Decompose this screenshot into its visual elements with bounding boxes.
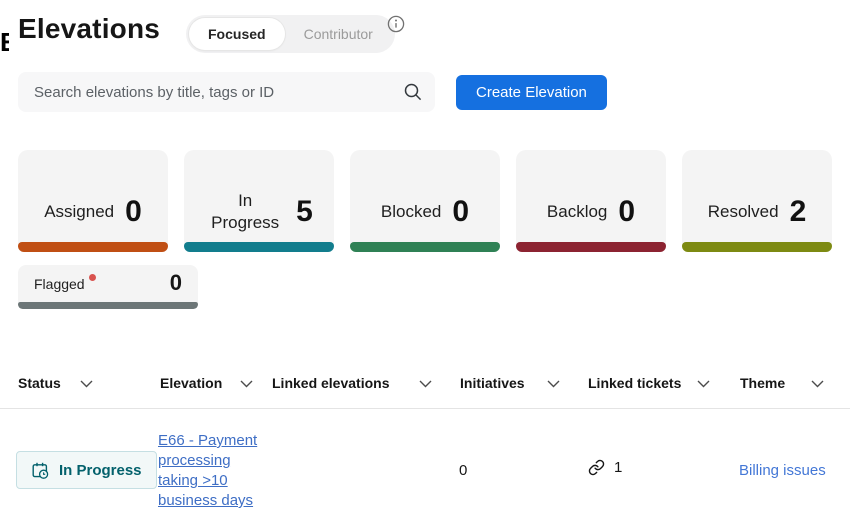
stat-color-bar bbox=[350, 242, 500, 252]
chevron-down-icon[interactable] bbox=[419, 380, 432, 388]
search-input[interactable] bbox=[18, 72, 435, 112]
elevations-page: E Elevations Focused Contributor Create … bbox=[0, 0, 850, 517]
info-icon[interactable] bbox=[387, 15, 405, 33]
toggle-option-contributor[interactable]: Contributor bbox=[285, 18, 392, 50]
view-mode-toggle: Focused Contributor bbox=[186, 15, 395, 53]
column-header-linked-tickets: Linked tickets bbox=[588, 375, 681, 391]
stat-color-bar bbox=[184, 242, 334, 252]
stat-card-flagged[interactable]: Flagged 0 bbox=[18, 265, 198, 309]
search-icon[interactable] bbox=[403, 82, 423, 107]
page-title: Elevations bbox=[18, 13, 160, 45]
stat-color-bar bbox=[18, 302, 198, 309]
clipped-edge-glyph: E bbox=[0, 27, 9, 57]
theme-link[interactable]: Billing issues bbox=[739, 462, 826, 479]
stat-label: Backlog bbox=[547, 201, 607, 223]
stat-card-in-progress[interactable]: In Progress 5 bbox=[184, 150, 334, 252]
stat-card-blocked[interactable]: Blocked 0 bbox=[350, 150, 500, 252]
stat-color-bar bbox=[682, 242, 832, 252]
stat-color-bar bbox=[18, 242, 168, 252]
status-badge: In Progress bbox=[16, 451, 157, 489]
create-elevation-button[interactable]: Create Elevation bbox=[456, 75, 607, 110]
column-header-elevation: Elevation bbox=[160, 375, 222, 391]
column-header-linked-elevations: Linked elevations bbox=[272, 375, 389, 391]
calendar-clock-icon bbox=[31, 461, 50, 480]
stat-color-bar bbox=[516, 242, 666, 252]
stat-label: Assigned bbox=[44, 201, 114, 223]
stat-value: 2 bbox=[790, 195, 807, 229]
stat-value: 0 bbox=[170, 270, 182, 296]
stat-value: 5 bbox=[296, 195, 313, 229]
link-icon bbox=[588, 459, 605, 476]
search-field bbox=[18, 72, 435, 112]
initiatives-count: 0 bbox=[459, 462, 467, 479]
column-header-theme: Theme bbox=[740, 375, 785, 391]
stat-card-backlog[interactable]: Backlog 0 bbox=[516, 150, 666, 252]
chevron-down-icon[interactable] bbox=[240, 380, 253, 388]
stat-label: In Progress bbox=[205, 190, 285, 234]
elevation-link[interactable]: E66 - Payment processing taking >10 busi… bbox=[158, 431, 272, 511]
column-header-initiatives: Initiatives bbox=[460, 375, 525, 391]
linked-tickets-count: 1 bbox=[614, 459, 622, 476]
chevron-down-icon[interactable] bbox=[547, 380, 560, 388]
status-badge-label: In Progress bbox=[59, 462, 142, 479]
chevron-down-icon[interactable] bbox=[80, 380, 93, 388]
stat-value: 0 bbox=[452, 195, 469, 229]
stat-label: Resolved bbox=[708, 201, 779, 223]
stat-label: Flagged bbox=[34, 274, 96, 292]
column-header-status: Status bbox=[18, 375, 61, 391]
clipped-edge-artifact: E bbox=[0, 27, 9, 57]
stat-value: 0 bbox=[125, 195, 142, 229]
stats-row: Assigned 0 In Progress 5 Blocked 0 Backl… bbox=[18, 150, 832, 252]
stat-card-assigned[interactable]: Assigned 0 bbox=[18, 150, 168, 252]
stat-value: 0 bbox=[618, 195, 635, 229]
stat-label: Blocked bbox=[381, 201, 441, 223]
toggle-option-focused[interactable]: Focused bbox=[189, 18, 285, 50]
table-header-divider bbox=[0, 408, 850, 409]
flagged-dot-icon bbox=[89, 274, 96, 281]
stat-card-resolved[interactable]: Resolved 2 bbox=[682, 150, 832, 252]
chevron-down-icon[interactable] bbox=[811, 380, 824, 388]
linked-tickets-cell[interactable]: 1 bbox=[588, 459, 622, 476]
chevron-down-icon[interactable] bbox=[697, 380, 710, 388]
